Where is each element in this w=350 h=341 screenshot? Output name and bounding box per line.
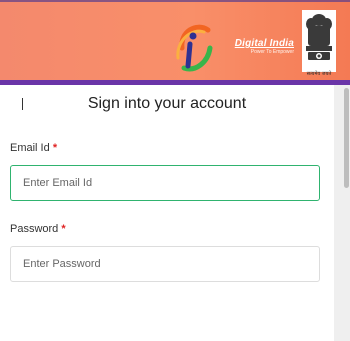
brand-title: Digital India [234, 38, 294, 49]
password-label-text: Password [10, 223, 59, 235]
scrollbar-thumb[interactable] [344, 88, 349, 188]
email-label-text: Email Id [10, 142, 50, 154]
text-cursor [22, 98, 23, 110]
email-required-mark: * [52, 142, 58, 154]
digital-india-brand: Digital India Power To Empower [224, 38, 294, 56]
brand-tagline: Power To Empower [250, 49, 294, 55]
digital-india-logo-icon [176, 24, 213, 72]
password-label: Password * [10, 223, 66, 235]
password-required-mark: * [61, 223, 66, 235]
emblem-caption: सत्यमेव जयते [306, 71, 332, 77]
login-form: Sign into your account Email Id * Passwo… [0, 85, 334, 341]
page-title: Sign into your account [87, 95, 247, 112]
header-top-line [0, 0, 350, 2]
header-banner: Digital India Power To Empower सत्यमेव ज… [0, 0, 350, 80]
email-label: Email Id * [10, 142, 57, 154]
national-emblem-icon [302, 10, 336, 72]
password-input[interactable] [10, 246, 320, 282]
email-input[interactable] [10, 165, 320, 201]
